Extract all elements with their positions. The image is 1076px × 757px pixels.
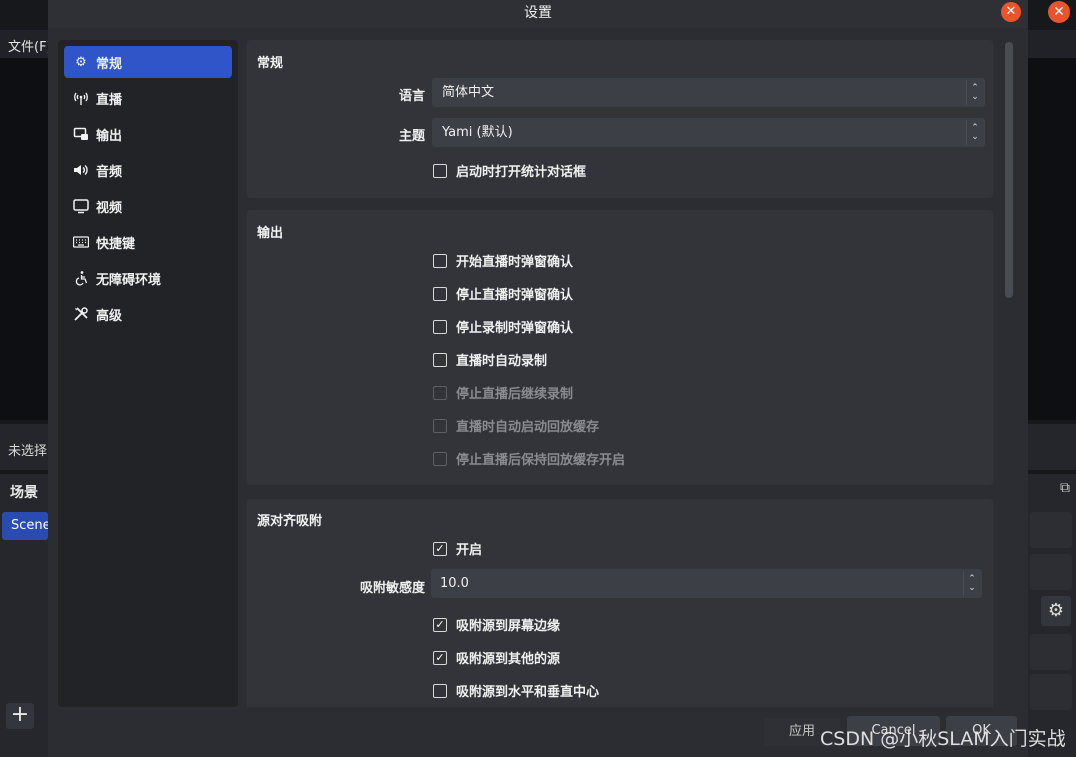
checkbox-box — [433, 385, 447, 400]
checkbox-box[interactable] — [433, 352, 447, 367]
scene-list-item[interactable]: Scene — [2, 512, 51, 540]
general-group: 常规 语言 简体中文 ⌃ ⌄ 主题 Yami (默认) ⌃ ⌄ 启动时打开统计对话框 — [247, 40, 993, 198]
checkbox-box[interactable]: ✓ — [433, 650, 447, 665]
sidebar-item-label: 无障碍环境 — [96, 272, 162, 288]
language-value: 简体中文 — [442, 85, 495, 100]
sidebar-item-output[interactable]: 输出 — [64, 118, 232, 150]
sidebar-item-audio[interactable]: 音频 — [64, 154, 232, 186]
output-group: 输出 开始直播时弹窗确认 停止直播时弹窗确认 停止录制时弹窗确认 直播时自动录制… — [247, 210, 993, 485]
checkbox-label: 吸附源到屏幕边缘 — [456, 619, 561, 634]
speaker-icon — [72, 161, 90, 179]
sensitivity-label: 吸附敏感度 — [359, 581, 425, 596]
sidebar-item-hotkeys[interactable]: 快捷键 — [64, 226, 232, 258]
accessibility-icon — [72, 269, 90, 287]
gear-icon[interactable]: ⚙ — [1041, 596, 1071, 626]
checkbox-label: 停止录制时弹窗确认 — [456, 321, 574, 336]
sidebar-item-label: 输出 — [96, 128, 123, 144]
confirm-start-stream-checkbox[interactable]: 开始直播时弹窗确认 — [433, 251, 573, 270]
sensitivity-value: 10.0 — [440, 576, 469, 591]
sidebar-item-label: 音频 — [96, 164, 123, 180]
sidebar-item-label: 高级 — [96, 308, 123, 324]
snap-center-checkbox[interactable]: 吸附源到水平和垂直中心 — [433, 681, 599, 700]
checkbox-label: 开始直播时弹窗确认 — [456, 255, 574, 270]
output-group-title: 输出 — [257, 226, 284, 241]
open-stats-checkbox[interactable]: 启动时打开统计对话框 — [433, 161, 586, 180]
dock-panel-button[interactable] — [1030, 554, 1072, 590]
snap-other-sources-checkbox[interactable]: ✓ 吸附源到其他的源 — [433, 648, 560, 667]
checkbox-box[interactable] — [433, 286, 447, 301]
main-close-icon[interactable]: ✕ — [1048, 1, 1070, 23]
add-scene-button[interactable]: + — [6, 703, 34, 729]
sensitivity-spinbox[interactable]: 10.0 ⌃ ⌄ — [431, 569, 982, 598]
tools-icon — [72, 305, 90, 323]
file-menu[interactable]: 文件(F) — [8, 36, 52, 55]
scenes-dock-title: 场景 — [10, 485, 38, 501]
sidebar-item-video[interactable]: 视频 — [64, 190, 232, 222]
confirm-stop-stream-checkbox[interactable]: 停止直播时弹窗确认 — [433, 284, 573, 303]
sidebar-item-advanced[interactable]: 高级 — [64, 298, 232, 330]
output-icon — [72, 125, 90, 143]
keyboard-icon — [72, 233, 90, 251]
checkbox-label: 吸附源到水平和垂直中心 — [456, 685, 600, 700]
undock-icon[interactable]: ⧉ — [1060, 480, 1070, 496]
snapping-enable-checkbox[interactable]: ✓ 开启 — [433, 539, 482, 558]
no-selection-text: 未选择 — [8, 444, 48, 459]
sidebar-item-stream[interactable]: 直播 — [64, 82, 232, 114]
checkbox-label: 开启 — [456, 543, 483, 558]
checkbox-label: 停止直播时弹窗确认 — [456, 288, 574, 303]
sidebar-item-accessibility[interactable]: 无障碍环境 — [64, 262, 232, 294]
spin-arrows-icon[interactable]: ⌃ ⌄ — [963, 571, 980, 596]
checkbox-label: 直播时自动启动回放缓存 — [456, 420, 600, 435]
chevron-updown-icon: ⌃ ⌄ — [966, 120, 983, 145]
snapping-group-title: 源对齐吸附 — [257, 514, 323, 529]
sidebar-item-label: 直播 — [96, 92, 123, 108]
chevron-updown-icon: ⌃ ⌄ — [966, 80, 983, 105]
antenna-icon — [72, 89, 90, 107]
settings-content: 常规 语言 简体中文 ⌃ ⌄ 主题 Yami (默认) ⌃ ⌄ 启动时打开统计对话框… — [247, 40, 995, 707]
checkbox-box[interactable] — [433, 683, 447, 698]
monitor-icon — [72, 197, 90, 215]
watermark-text: CSDN @小秋SLAM入门实战 — [820, 728, 1066, 750]
sidebar-item-general[interactable]: ⚙ 常规 — [64, 46, 232, 78]
settings-dialog: 设置 ✕ ⚙ 常规 直播 输出 音频 视频 快捷键 无障碍环境 高级 常规 语言… — [48, 0, 1028, 757]
language-label: 语言 — [398, 89, 425, 104]
snapping-group: 源对齐吸附 ✓ 开启 吸附敏感度 10.0 ⌃ ⌄ ✓ 吸附源到屏幕边缘 ✓ 吸附… — [247, 499, 993, 707]
checkbox-box[interactable]: ✓ — [433, 617, 447, 632]
sidebar-item-label: 视频 — [96, 200, 123, 216]
general-group-title: 常规 — [257, 56, 284, 71]
theme-select[interactable]: Yami (默认) ⌃ ⌄ — [432, 118, 985, 147]
snap-screen-edge-checkbox[interactable]: ✓ 吸附源到屏幕边缘 — [433, 615, 560, 634]
checkbox-box[interactable] — [433, 163, 447, 178]
open-stats-label: 启动时打开统计对话框 — [456, 165, 587, 180]
checkbox-box[interactable] — [433, 319, 447, 334]
auto-replay-buffer-checkbox: 直播时自动启动回放缓存 — [433, 416, 599, 435]
checkbox-label: 吸附源到其他的源 — [456, 652, 561, 667]
dock-panel-button[interactable] — [1030, 674, 1072, 710]
content-scrollbar[interactable] — [1005, 42, 1013, 298]
checkbox-label: 停止直播后继续录制 — [456, 387, 574, 402]
confirm-stop-record-checkbox[interactable]: 停止录制时弹窗确认 — [433, 317, 573, 336]
keep-recording-checkbox: 停止直播后继续录制 — [433, 383, 573, 402]
settings-sidebar: ⚙ 常规 直播 输出 音频 视频 快捷键 无障碍环境 高级 — [58, 40, 238, 707]
dock-panel-button[interactable] — [1030, 512, 1072, 548]
checkbox-box[interactable] — [433, 253, 447, 268]
theme-label: 主题 — [398, 129, 425, 144]
checkbox-label: 停止直播后保持回放缓存开启 — [456, 453, 626, 468]
checkbox-label: 直播时自动录制 — [456, 354, 548, 369]
language-select[interactable]: 简体中文 ⌃ ⌄ — [432, 78, 985, 107]
checkbox-box — [433, 418, 447, 433]
dialog-titlebar: 设置 ✕ — [48, 0, 1028, 28]
theme-value: Yami (默认) — [442, 125, 513, 140]
dock-panel-button[interactable] — [1030, 634, 1072, 670]
gear-icon: ⚙ — [75, 54, 87, 70]
checkbox-box — [433, 451, 447, 466]
keep-replay-buffer-checkbox: 停止直播后保持回放缓存开启 — [433, 449, 625, 468]
dialog-title: 设置 — [524, 5, 552, 21]
checkbox-box[interactable]: ✓ — [433, 541, 447, 556]
sidebar-item-label: 常规 — [96, 56, 123, 72]
close-icon[interactable]: ✕ — [1001, 2, 1021, 22]
sidebar-item-label: 快捷键 — [96, 236, 136, 252]
auto-record-checkbox[interactable]: 直播时自动录制 — [433, 350, 547, 369]
